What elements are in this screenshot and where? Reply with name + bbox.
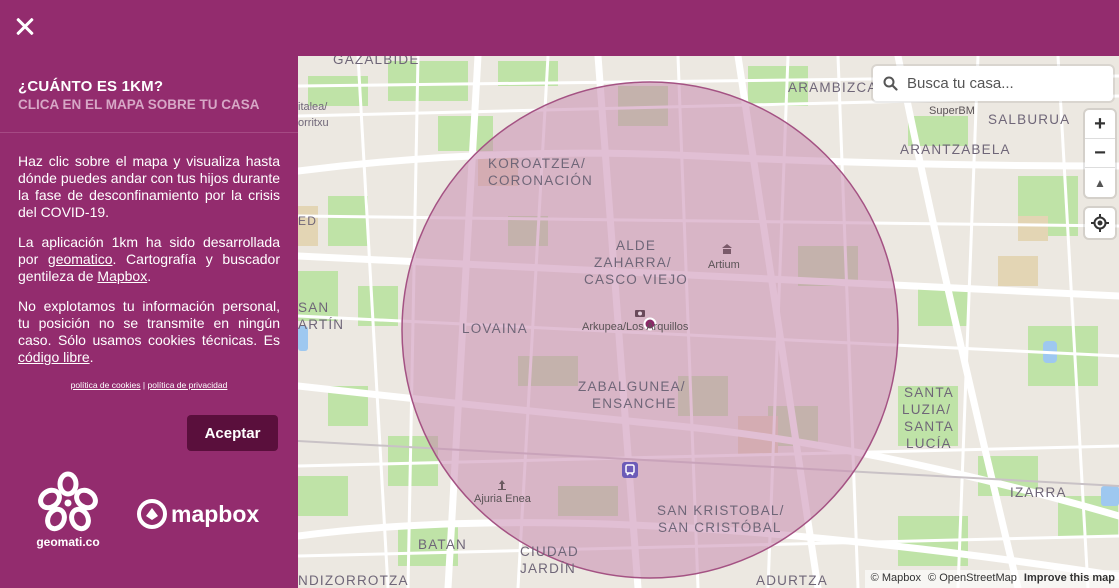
label-san: SAN (298, 300, 330, 315)
poi-artium[interactable]: Artium (708, 259, 740, 271)
label-ciudad: CIUDAD (520, 544, 579, 559)
attribution-mapbox[interactable]: © Mapbox (871, 572, 921, 584)
label-batan: BATAN (418, 537, 468, 552)
sidebar-title: ¿CUÁNTO ES 1KM? (18, 78, 164, 95)
train-station-icon[interactable] (622, 462, 638, 478)
search-icon (883, 76, 898, 91)
info-sidebar: ¿CUÁNTO ES 1KM? CLICA EN EL MAPA SOBRE T… (0, 56, 298, 588)
privacy-paragraph: No explotamos tu información personal, t… (18, 298, 280, 366)
poi-arkupea[interactable]: Arkupea/Los Arquillos (582, 321, 688, 333)
label-koroatzea: KOROATZEA/ (488, 156, 587, 171)
credits-paragraph: La aplicación 1km ha sido desarrollada p… (18, 234, 280, 285)
compass-button[interactable]: ▲ (1085, 168, 1115, 197)
label-zaharra: ZAHARRA/ (594, 255, 672, 270)
search-box[interactable] (873, 66, 1113, 101)
label-martin: ARTÍN (298, 317, 345, 332)
mapbox-link[interactable]: Mapbox (97, 268, 147, 284)
museum-icon (721, 242, 733, 254)
sidebar-subtitle: CLICA EN EL MAPA SOBRE TU CASA (18, 97, 260, 112)
label-santa-3: SANTA (904, 419, 955, 434)
poi-superbm[interactable]: SuperBM (929, 105, 975, 117)
label-lovaina: LOVAINA (462, 321, 528, 336)
label-santa-4: LUCÍA (906, 436, 952, 451)
sidebar-body: Haz clic sobre el mapa y visualiza hasta… (0, 133, 298, 394)
poi-ajuria-enea[interactable]: Ajuria Enea (474, 493, 531, 505)
geomatico-logo[interactable]: geomati.co (30, 471, 106, 551)
policy-separator: | (142, 380, 146, 390)
geomatico-logo-icon (38, 471, 98, 532)
zoom-controls: + − ▲ (1085, 110, 1115, 197)
search-input[interactable] (907, 72, 1103, 95)
label-coronacion: CORONACIÓN (488, 173, 594, 188)
privacy-policy-link[interactable]: política de privacidad (148, 380, 228, 390)
label-salburua: SALBURUA (988, 112, 1071, 127)
camera-icon (634, 306, 646, 318)
improve-map-link[interactable]: Improve this map (1024, 572, 1115, 584)
map-attribution: © Mapbox © OpenStreetMap Improve this ma… (864, 570, 1119, 588)
label-jardin: JARDÍN (520, 561, 576, 576)
privacy-text-b: . (89, 349, 94, 365)
label-adurtza: ADURTZA (756, 573, 828, 588)
label-mendizorrotza: NDIZORROTZA (298, 573, 409, 588)
label-gazalbide: GAZALBIDE (333, 56, 420, 67)
label-santa-2: LUZIA/ (902, 402, 952, 417)
label-sitalea-1: italea/ (298, 101, 328, 113)
privacy-text-a: No explotamos tu información personal, t… (18, 298, 280, 348)
geomatico-logo-text: geomati.co (36, 535, 100, 549)
label-ed: ED (298, 214, 318, 228)
accept-button[interactable]: Aceptar (187, 415, 278, 451)
label-santa-1: SANTA (904, 385, 955, 400)
label-izarra: IZARRA (1010, 485, 1067, 500)
monument-icon (496, 478, 508, 490)
credits-text-c: . (147, 268, 152, 284)
geolocate-icon (1091, 214, 1109, 232)
policy-links: política de cookies | política de privac… (18, 377, 280, 394)
geomatico-link[interactable]: geomatico (48, 251, 113, 267)
label-sitalea-2: orritxu (298, 117, 329, 129)
zoom-out-button[interactable]: − (1085, 139, 1115, 168)
geolocate-button[interactable] (1085, 208, 1115, 238)
label-alde: ALDE (616, 238, 657, 253)
label-arambizca: ARAMBIZCA (788, 80, 878, 95)
label-san-cristobal: SAN CRISTÓBAL (658, 520, 782, 535)
label-san-kristobal: SAN KRISTOBAL/ (657, 503, 785, 518)
map-canvas[interactable]: GAZALBIDE ARAMBIZCA SALBURUA ARANTZABELA… (298, 56, 1119, 588)
top-bar (0, 0, 1119, 56)
attribution-osm[interactable]: © OpenStreetMap (928, 572, 1017, 584)
label-casco-viejo: CASCO VIEJO (584, 272, 688, 287)
label-zabalgunea: ZABALGUNEA/ (578, 379, 686, 394)
open-source-link[interactable]: código libre (18, 349, 90, 365)
mapbox-logo-icon (137, 499, 167, 529)
mapbox-logo-text: mapbox (171, 501, 260, 527)
intro-paragraph: Haz clic sobre el mapa y visualiza hasta… (18, 153, 280, 220)
label-ensanche: ENSANCHE (592, 396, 677, 411)
close-icon[interactable] (10, 12, 40, 42)
logos-area: geomati.co mapbox (0, 471, 298, 551)
sidebar-header: ¿CUÁNTO ES 1KM? CLICA EN EL MAPA SOBRE T… (0, 56, 298, 133)
cookies-policy-link[interactable]: política de cookies (71, 380, 141, 390)
label-arantzabela: ARANTZABELA (900, 142, 1011, 157)
zoom-in-button[interactable]: + (1085, 110, 1115, 139)
